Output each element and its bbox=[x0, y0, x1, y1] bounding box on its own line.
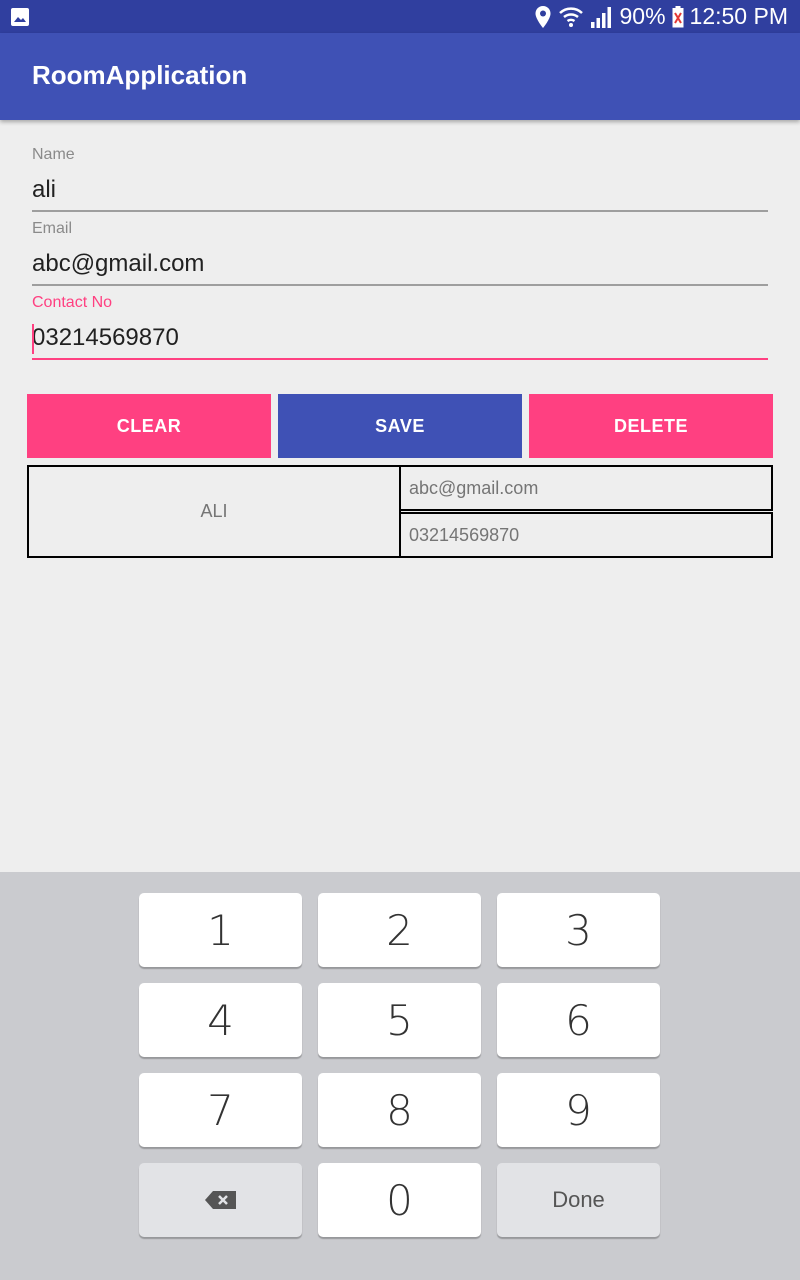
clock: 12:50 PM bbox=[689, 3, 788, 29]
clear-button[interactable]: CLEAR bbox=[27, 394, 271, 458]
save-button[interactable]: SAVE bbox=[278, 394, 522, 458]
wifi-icon bbox=[558, 6, 583, 27]
numeric-keyboard: 1 2 3 4 5 6 7 8 9 0 Done bbox=[0, 872, 800, 1280]
status-bar: 90% 12:50 PM bbox=[0, 0, 800, 33]
email-underline bbox=[32, 284, 768, 286]
key-2[interactable]: 2 bbox=[318, 893, 481, 967]
gallery-icon bbox=[11, 8, 29, 26]
key-5[interactable]: 5 bbox=[318, 983, 481, 1057]
backspace-key[interactable] bbox=[139, 1163, 302, 1237]
record-item[interactable]: ALI abc@gmail.com 03214569870 bbox=[27, 465, 773, 558]
contact-input[interactable]: 03214569870 bbox=[32, 322, 768, 354]
name-field[interactable]: Name ali bbox=[32, 146, 768, 212]
contact-underline bbox=[32, 358, 768, 360]
key-1[interactable]: 1 bbox=[139, 893, 302, 967]
key-7[interactable]: 7 bbox=[139, 1073, 302, 1147]
key-8[interactable]: 8 bbox=[318, 1073, 481, 1147]
status-icons: 90% 12:50 PM bbox=[534, 0, 788, 33]
email-field[interactable]: Email abc@gmail.com bbox=[32, 220, 768, 286]
key-4[interactable]: 4 bbox=[139, 983, 302, 1057]
battery-icon bbox=[672, 5, 684, 27]
record-name: ALI bbox=[27, 465, 401, 558]
name-label: Name bbox=[32, 146, 75, 163]
location-icon bbox=[535, 5, 550, 28]
battery-percent: 90% bbox=[619, 3, 666, 29]
record-email: abc@gmail.com bbox=[399, 465, 773, 511]
app-bar: RoomApplication bbox=[0, 33, 800, 120]
app-title: RoomApplication bbox=[32, 60, 248, 90]
name-underline bbox=[32, 210, 768, 212]
key-9[interactable]: 9 bbox=[497, 1073, 660, 1147]
contact-value: 03214569870 bbox=[32, 324, 179, 351]
contact-label: Contact No bbox=[32, 294, 113, 311]
key-6[interactable]: 6 bbox=[497, 983, 660, 1057]
email-label: Email bbox=[32, 220, 73, 237]
key-3[interactable]: 3 bbox=[497, 893, 660, 967]
delete-button[interactable]: DELETE bbox=[529, 394, 773, 458]
record-phone: 03214569870 bbox=[399, 512, 773, 558]
text-cursor bbox=[32, 324, 34, 354]
done-key[interactable]: Done bbox=[497, 1163, 660, 1237]
key-0[interactable]: 0 bbox=[318, 1163, 481, 1237]
name-input[interactable]: ali bbox=[32, 174, 768, 206]
signal-icon bbox=[590, 6, 611, 28]
email-input[interactable]: abc@gmail.com bbox=[32, 248, 768, 280]
contact-field[interactable]: Contact No 03214569870 bbox=[32, 294, 768, 360]
backspace-icon bbox=[204, 1191, 236, 1209]
